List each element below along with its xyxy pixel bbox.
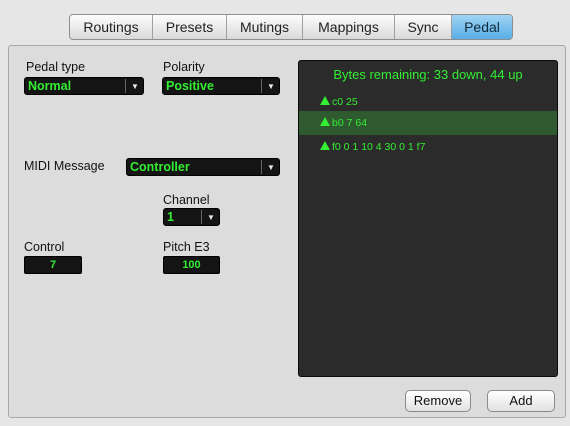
remove-button[interactable]: Remove xyxy=(405,390,471,412)
midi-message-value: Controller xyxy=(130,160,190,174)
polarity-label: Polarity xyxy=(163,60,205,74)
pedal-type-label: Pedal type xyxy=(26,60,86,74)
pitch-label: Pitch E3 xyxy=(163,240,210,254)
midi-message-label: MIDI Message xyxy=(24,159,105,173)
control-label: Control xyxy=(24,240,65,254)
tab-bar: Routings Presets Mutings Mappings Sync P… xyxy=(69,14,513,40)
triangle-up-icon xyxy=(320,141,330,150)
tab-routings[interactable]: Routings xyxy=(70,15,153,39)
bytes-remaining-text: Bytes remaining: 33 down, 44 up xyxy=(333,67,523,82)
tab-presets[interactable]: Presets xyxy=(153,15,227,39)
triangle-up-icon xyxy=(320,117,330,126)
channel-value: 1 xyxy=(167,210,174,224)
tab-sync[interactable]: Sync xyxy=(395,15,452,39)
tab-pedal[interactable]: Pedal xyxy=(452,15,512,39)
message-list[interactable]: Bytes remaining: 33 down, 44 up c0 25 b0… xyxy=(298,60,558,377)
chevron-down-icon: ▼ xyxy=(267,82,275,91)
pedal-type-value: Normal xyxy=(28,79,72,93)
midi-message-select[interactable]: Controller ▼ xyxy=(126,158,280,176)
chevron-down-icon: ▼ xyxy=(207,213,215,222)
tab-mappings[interactable]: Mappings xyxy=(303,15,395,39)
control-value-field[interactable]: 7 xyxy=(24,256,82,274)
polarity-value: Positive xyxy=(166,79,214,93)
channel-select[interactable]: 1 ▼ xyxy=(163,208,220,226)
add-button[interactable]: Add xyxy=(487,390,555,412)
list-item[interactable]: f0 0 1 10 4 30 0 1 f7 xyxy=(299,135,557,159)
chevron-down-icon: ▼ xyxy=(267,163,275,172)
pedal-type-select[interactable]: Normal ▼ xyxy=(24,77,144,95)
tab-mutings[interactable]: Mutings xyxy=(227,15,303,39)
polarity-select[interactable]: Positive ▼ xyxy=(162,77,280,95)
chevron-down-icon: ▼ xyxy=(131,82,139,91)
pitch-value-field[interactable]: 100 xyxy=(163,256,220,274)
triangle-up-icon xyxy=(320,96,330,105)
list-item-selected[interactable]: b0 7 64 xyxy=(299,111,557,135)
channel-label: Channel xyxy=(163,193,210,207)
